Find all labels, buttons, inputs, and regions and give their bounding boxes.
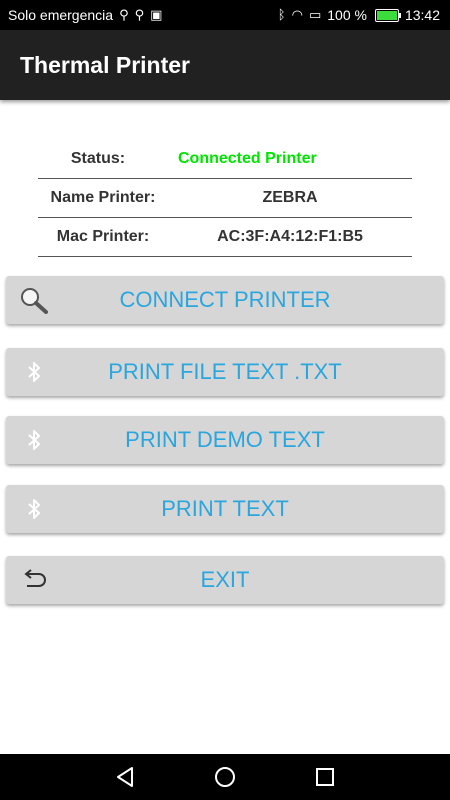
bluetooth-status-icon: ᛒ (277, 7, 286, 22)
status-row: Status: Connected Printer (38, 140, 412, 179)
wifi-icon: ◠ (291, 7, 303, 22)
print-demo-text-button[interactable]: PRINT DEMO TEXT (6, 416, 444, 464)
print-text-label: PRINT TEXT (161, 496, 289, 521)
status-bar-left: Solo emergencia ⚲ ⚲ ▣ (8, 7, 162, 23)
connect-printer-button[interactable]: CONNECT PRINTER (6, 276, 444, 324)
name-value: ZEBRA (262, 189, 318, 206)
print-text-button[interactable]: PRINT TEXT (6, 485, 444, 533)
mac-label: Mac Printer: (56, 228, 150, 245)
app-bar: Thermal Printer (0, 30, 450, 100)
print-file-text-label: PRINT FILE TEXT .TXT (108, 359, 342, 384)
status-bar: Solo emergencia ⚲ ⚲ ▣ ᛒ ◠ ▭ 100 % 13:42 (0, 0, 450, 30)
status-label: Status: (70, 150, 126, 167)
name-label: Name Printer: (50, 189, 156, 206)
connect-printer-label: CONNECT PRINTER (119, 287, 331, 312)
carrier-label: Solo emergencia (8, 7, 114, 23)
back-icon[interactable] (114, 765, 138, 789)
battery-percent: 100 % (327, 7, 367, 23)
home-icon[interactable] (213, 765, 237, 789)
recents-icon[interactable] (313, 765, 337, 789)
undo-icon (18, 566, 50, 594)
search-icon (18, 286, 50, 314)
mac-value: AC:3F:A4:12:F1:B5 (217, 228, 363, 245)
navigation-bar (0, 754, 450, 800)
exit-button[interactable]: EXIT (6, 556, 444, 604)
sim-icon: ▭ (308, 7, 322, 22)
print-file-text-button[interactable]: PRINT FILE TEXT .TXT (6, 348, 444, 396)
bluetooth-icon (18, 426, 50, 454)
battery-icon (374, 8, 401, 22)
clock: 13:42 (404, 7, 440, 23)
status-bar-right: ᛒ ◠ ▭ 100 % 13:42 (278, 7, 440, 23)
app-title: Thermal Printer (20, 52, 190, 78)
print-demo-text-label: PRINT DEMO TEXT (125, 427, 325, 452)
status-value: Connected Printer (178, 150, 317, 167)
bluetooth-icon (18, 358, 50, 386)
usb-icon: ⚲ (119, 7, 129, 22)
screenshot-icon: ▣ (150, 7, 163, 22)
bluetooth-icon (18, 495, 50, 523)
printer-info-table: Status: Connected Printer Name Printer: … (38, 140, 412, 257)
mac-row: Mac Printer: AC:3F:A4:12:F1:B5 (38, 218, 412, 257)
usb-icon-2: ⚲ (134, 7, 145, 22)
name-row: Name Printer: ZEBRA (38, 179, 412, 218)
exit-label: EXIT (200, 567, 250, 592)
